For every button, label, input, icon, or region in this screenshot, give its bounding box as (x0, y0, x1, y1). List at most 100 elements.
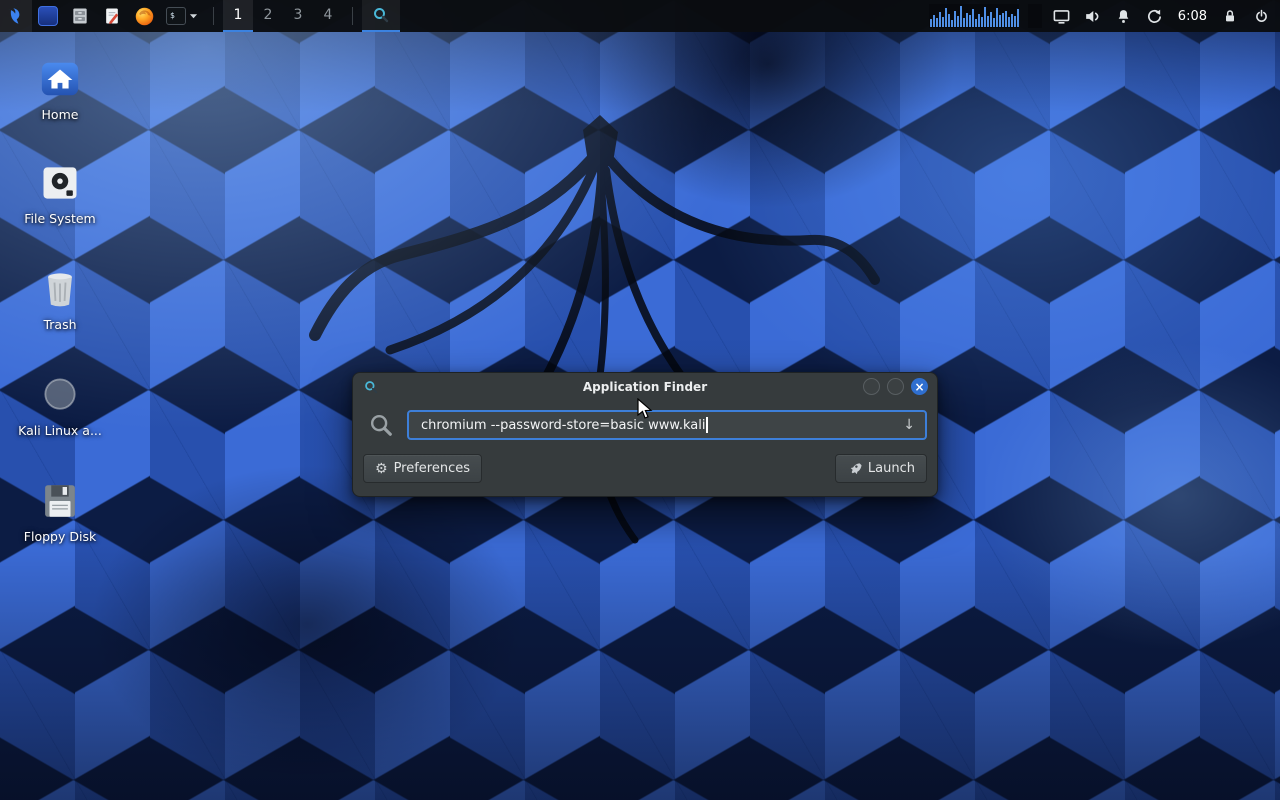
volume-icon (1083, 7, 1102, 26)
entry-dropdown-arrow[interactable]: ↓ (901, 417, 917, 433)
window-titlebar[interactable]: Application Finder × (353, 373, 937, 401)
updates-button[interactable] (1144, 4, 1166, 28)
cpu-bar (951, 20, 953, 27)
cpu-bar (960, 6, 962, 27)
cpu-bar (984, 7, 986, 27)
files-app-launcher[interactable] (32, 0, 64, 32)
workspace-2-label: 2 (264, 7, 273, 23)
app-finder-icon (372, 6, 390, 24)
monitor-spacer (1028, 4, 1042, 28)
top-panel: $ 1 2 3 4 (0, 0, 1280, 32)
launch-button[interactable]: Launch (835, 454, 927, 483)
workspace-3-button[interactable]: 3 (283, 0, 313, 32)
lock-icon (1222, 8, 1238, 24)
desktop-icon-home[interactable]: Home (14, 56, 106, 122)
panel-separator (213, 7, 214, 25)
cpu-bar (930, 19, 932, 27)
cpu-bar (975, 19, 977, 27)
text-editor-icon (102, 6, 122, 26)
text-caret (706, 417, 708, 433)
bell-icon (1115, 8, 1132, 25)
desktop-icon-kali-volume[interactable]: Kali Linux a... (14, 372, 106, 438)
cpu-bar (981, 17, 983, 27)
cpu-bar (993, 18, 995, 27)
desktop-icon-label: File System (14, 211, 106, 226)
cpu-bar (963, 18, 965, 27)
cpu-bar (987, 16, 989, 27)
trash-icon (38, 268, 82, 310)
app-finder-window-icon (364, 380, 378, 394)
terminal-launcher[interactable]: $ (160, 0, 204, 32)
cpu-bar (945, 8, 947, 27)
clock[interactable]: 6:08 (1178, 9, 1207, 24)
cpu-bar (936, 18, 938, 27)
button-row: ⚙ Preferences Launch (353, 440, 937, 483)
cpu-bar (969, 15, 971, 27)
cpu-bar (978, 14, 980, 27)
desktop-icon-trash[interactable]: Trash (14, 266, 106, 332)
file-system-icon (38, 162, 82, 204)
file-cabinet-icon (70, 6, 90, 26)
search-icon (368, 412, 394, 438)
minimize-button[interactable] (863, 378, 880, 395)
cpu-bar (999, 15, 1001, 27)
cpu-bar (942, 17, 944, 27)
desktop-icon-floppy-disk[interactable]: Floppy Disk (14, 478, 106, 544)
workspace-1-button[interactable]: 1 (223, 0, 253, 32)
firefox-launcher[interactable] (128, 0, 160, 32)
power-icon (1253, 8, 1270, 25)
preferences-label: Preferences (394, 461, 470, 476)
cpu-bar (933, 15, 935, 27)
panel-separator (352, 7, 353, 25)
workspace-2-button[interactable]: 2 (253, 0, 283, 32)
lock-screen-button[interactable] (1219, 4, 1241, 28)
workspace-3-label: 3 (294, 7, 303, 23)
display-icon (1052, 7, 1071, 26)
cpu-bar (1005, 11, 1007, 28)
firefox-icon (134, 6, 155, 27)
search-row: chromium --password-store=basic www.kali… (353, 401, 937, 440)
gear-icon: ⚙ (375, 461, 388, 477)
cpu-graph[interactable] (929, 4, 1019, 28)
desktop-icon-label: Trash (14, 317, 106, 332)
floppy-disk-icon (39, 480, 81, 522)
launch-icon (847, 461, 862, 476)
desktop-icon-file-system[interactable]: File System (14, 160, 106, 226)
window-title: Application Finder (583, 380, 707, 394)
file-manager-launcher[interactable] (64, 0, 96, 32)
cpu-bar (990, 12, 992, 27)
home-icon (37, 58, 83, 100)
cpu-bar (1008, 17, 1010, 27)
workspace-4-label: 4 (324, 7, 333, 23)
workspace-4-button[interactable]: 4 (313, 0, 343, 32)
terminal-icon: $ (166, 7, 186, 25)
volume-button[interactable] (1082, 4, 1104, 28)
kali-menu-icon (5, 5, 27, 27)
cpu-bar (948, 14, 950, 27)
chevron-down-icon (189, 13, 198, 19)
log-out-button[interactable] (1250, 4, 1272, 28)
cpu-bar (954, 11, 956, 28)
cpu-bar (996, 8, 998, 27)
application-finder-window: Application Finder × chromium --password… (352, 372, 938, 497)
cpu-bar (939, 12, 941, 27)
desktop: $ 1 2 3 4 (0, 0, 1280, 800)
cpu-bar (1002, 13, 1004, 27)
cpu-bar (966, 13, 968, 27)
close-button[interactable]: × (911, 378, 928, 395)
system-tray: 6:08 (929, 4, 1280, 28)
launch-label: Launch (868, 461, 915, 476)
display-settings-button[interactable] (1051, 4, 1073, 28)
preferences-button[interactable]: ⚙ Preferences (363, 454, 482, 483)
cpu-bar (1017, 9, 1019, 27)
notifications-button[interactable] (1113, 4, 1135, 28)
search-input[interactable]: chromium --password-store=basic www.kali… (407, 410, 927, 440)
maximize-button[interactable] (887, 378, 904, 395)
search-input-value: chromium --password-store=basic www.kali (421, 418, 705, 433)
cpu-bar (1011, 14, 1013, 27)
files-app-icon (38, 6, 58, 26)
cpu-bar (1014, 16, 1016, 27)
app-finder-task-button[interactable] (362, 0, 400, 32)
applications-menu-button[interactable] (0, 0, 32, 32)
text-editor-launcher[interactable] (96, 0, 128, 32)
